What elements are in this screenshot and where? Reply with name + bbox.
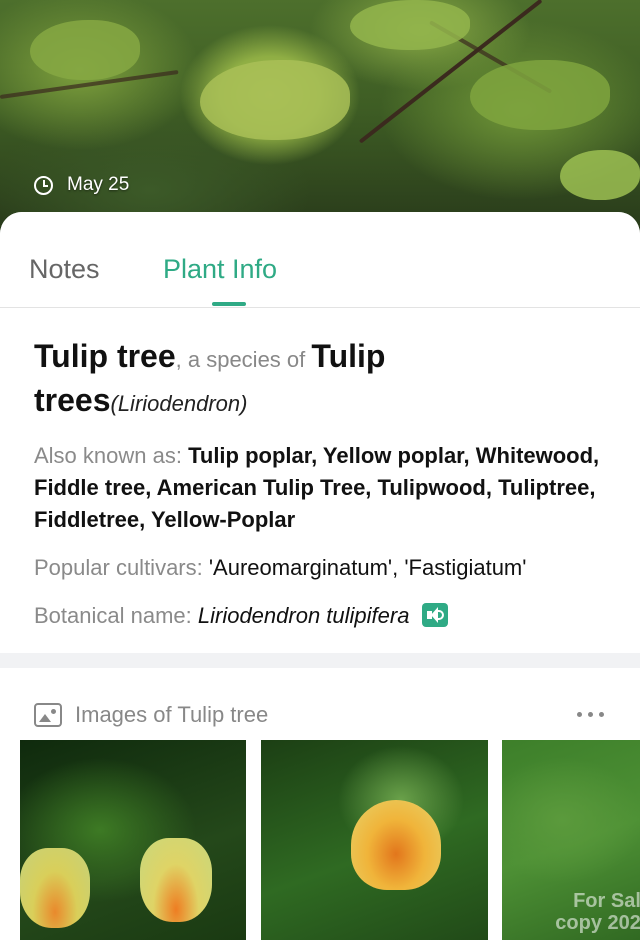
species-of-text: , a species of	[175, 347, 312, 372]
plant-info-card: Tulip tree, a species of Tulip trees(Lir…	[0, 308, 640, 653]
plant-image-thumbnail[interactable]: For Sale copy 2025	[502, 740, 640, 940]
popular-cultivars: Popular cultivars: 'Aureomarginatum', 'F…	[34, 552, 606, 584]
images-header: Images of Tulip tree	[34, 702, 268, 728]
images-section: Images of Tulip tree For Sale copy 2025	[0, 668, 640, 940]
tab-bar: Notes Plant Info	[0, 212, 640, 308]
more-icon[interactable]	[577, 712, 604, 717]
botanical-name: Botanical name: Liriodendron tulipifera	[34, 600, 606, 632]
image-watermark: For Sale copy 2025	[555, 890, 640, 934]
photo-date: May 25	[34, 174, 129, 196]
tab-plant-info[interactable]: Plant Info	[163, 254, 277, 285]
tab-notes[interactable]: Notes	[29, 254, 100, 285]
photo-date-text: May 25	[67, 174, 130, 195]
also-known-as: Also known as: Tulip poplar, Yellow popl…	[34, 440, 606, 536]
botanical-name-value: Liriodendron tulipifera	[197, 603, 410, 628]
also-known-as-label: Also known as:	[34, 443, 189, 468]
clock-icon	[34, 175, 53, 195]
active-tab-indicator	[212, 302, 246, 306]
plant-title: Tulip tree, a species of Tulip trees(Lir…	[34, 336, 606, 424]
speaker-icon[interactable]	[421, 603, 448, 627]
genus-latin-name: (Liriodendron)	[110, 391, 248, 416]
plant-photo[interactable]: May 25	[0, 0, 640, 240]
plant-detail-sheet: Notes Plant Info Tulip tree, a species o…	[0, 212, 640, 940]
plant-image-thumbnail[interactable]	[20, 740, 246, 940]
botanical-name-label: Botanical name:	[34, 603, 198, 628]
plant-image-thumbnail[interactable]	[261, 740, 488, 940]
images-title: Images of Tulip tree	[75, 702, 269, 727]
popular-cultivars-label: Popular cultivars:	[34, 555, 209, 580]
plant-common-name: Tulip tree	[34, 338, 176, 374]
gallery-icon	[34, 703, 62, 727]
popular-cultivars-value: 'Aureomarginatum', 'Fastigiatum'	[208, 555, 527, 580]
